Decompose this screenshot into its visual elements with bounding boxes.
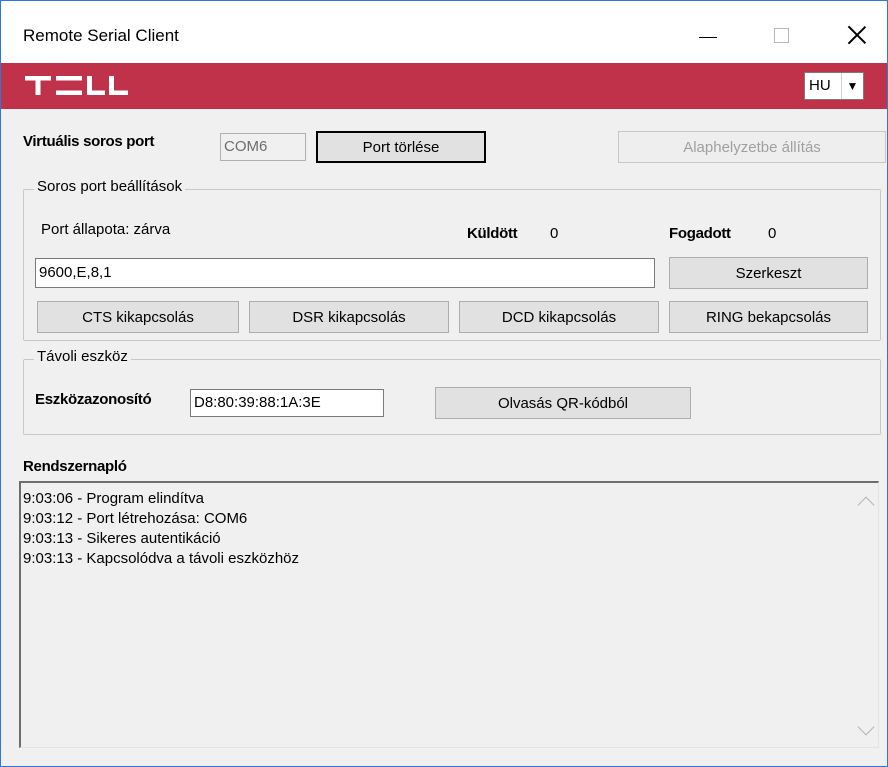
sent-label: Küldött [467, 225, 518, 242]
reset-button: Alaphelyzetbe állítás [618, 131, 886, 163]
language-select[interactable]: HU ▼ [804, 72, 864, 100]
maximize-button[interactable] [758, 13, 804, 57]
device-id-label: Eszközazonosító [35, 391, 152, 408]
log-scrollbar[interactable] [854, 483, 878, 747]
serial-settings-title: Soros port beállítások [34, 178, 186, 195]
close-button[interactable] [834, 13, 880, 57]
edit-button[interactable]: Szerkeszt [669, 257, 868, 289]
minimize-button[interactable] [685, 13, 731, 57]
scroll-up-icon[interactable] [857, 496, 875, 514]
log-lines: 9:03:06 - Program elindítva 9:03:12 - Po… [23, 489, 299, 569]
window-title: Remote Serial Client [23, 26, 179, 45]
sent-value: 0 [550, 225, 559, 242]
virtual-port-field: COM6 [220, 133, 306, 161]
minimize-icon [699, 36, 717, 38]
app-window: Remote Serial Client HU ▼ Virtuális soro… [0, 0, 888, 767]
virtual-port-label: Virtuális soros port [23, 133, 155, 150]
system-log-area[interactable]: 9:03:06 - Program elindítva 9:03:12 - Po… [19, 481, 879, 748]
dsr-toggle-button[interactable]: DSR kikapcsolás [249, 301, 449, 333]
port-status: Port állapota: zárva [41, 221, 171, 238]
language-value: HU [809, 77, 831, 94]
cts-toggle-button[interactable]: CTS kikapcsolás [37, 301, 239, 333]
log-line: 9:03:13 - Sikeres autentikáció [23, 530, 221, 547]
received-label: Fogadott [669, 225, 731, 242]
chevron-down-icon[interactable]: ▼ [841, 73, 863, 99]
dcd-toggle-button[interactable]: DCD kikapcsolás [459, 301, 659, 333]
maximize-icon [773, 27, 789, 43]
received-value: 0 [768, 225, 777, 242]
remote-device-title: Távoli eszköz [34, 348, 131, 365]
brand-bar: HU ▼ [1, 63, 887, 109]
ring-toggle-button[interactable]: RING bekapcsolás [669, 301, 868, 333]
scroll-down-icon[interactable] [857, 718, 875, 736]
qr-read-button[interactable]: Olvasás QR-kódból [435, 387, 691, 419]
tell-logo [25, 76, 129, 100]
device-id-field[interactable]: D8:80:39:88:1A:3E [190, 389, 384, 417]
serial-config-field[interactable]: 9600,E,8,1 [35, 258, 655, 288]
delete-port-button[interactable]: Port törlése [316, 131, 486, 163]
log-line: 9:03:13 - Kapcsolódva a távoli eszközhöz [23, 550, 299, 567]
log-line: 9:03:06 - Program elindítva [23, 490, 204, 507]
system-log-title: Rendszernapló [23, 458, 127, 475]
close-icon [848, 26, 866, 44]
log-line: 9:03:12 - Port létrehozása: COM6 [23, 510, 248, 527]
title-bar: Remote Serial Client [1, 1, 887, 63]
